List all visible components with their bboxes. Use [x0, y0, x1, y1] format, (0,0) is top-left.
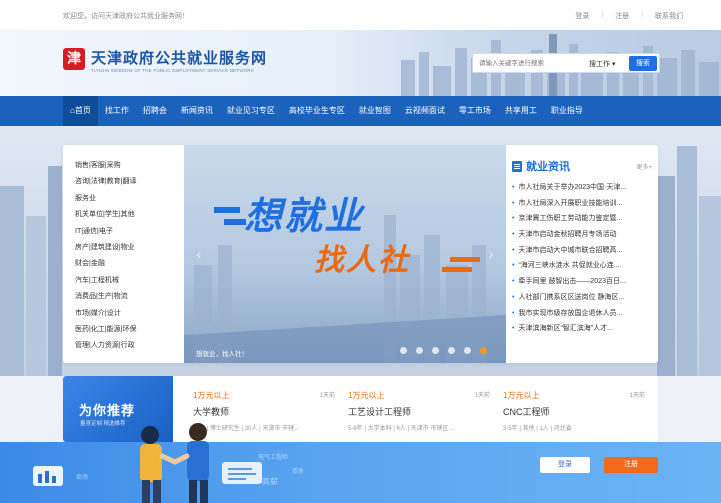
carousel-prev-icon[interactable]: ‹ — [192, 245, 206, 263]
news-title: 就业资讯 — [526, 161, 570, 173]
nav-item-internship[interactable]: 就业见习专区 — [220, 96, 282, 126]
nav-items: ⌂首页 找工作 招聘会 新闻资讯 就业见习专区 高校毕业生专区 就业智图 云视频… — [63, 96, 590, 126]
welcome-text: 欢迎您，访问天津政府公共就业服务网！ — [63, 13, 189, 20]
site-subtitle: TIANJIN WEBDOM OF THE PUBLIC EMPLOYMENT … — [91, 68, 255, 73]
login-button[interactable]: 登录 — [540, 457, 590, 473]
carousel-dot-active[interactable] — [480, 347, 487, 354]
top-register-link[interactable]: 注册 — [615, 11, 629, 21]
category-item[interactable]: 财会|金融 — [75, 256, 185, 272]
search-button[interactable]: 搜索 — [629, 56, 657, 71]
job-card[interactable]: 1万元以上 1天前 CNC工程师 3-5年 | 其他 | 1人 | 河北省 — [503, 390, 653, 432]
floating-tag: 双休 — [292, 469, 305, 475]
news-item[interactable]: 市人社局关于举办2023中国·天津... — [512, 180, 652, 196]
nav-item-label: 首页 — [74, 106, 91, 115]
nav-item-news[interactable]: 新闻资讯 — [174, 96, 220, 126]
job-title[interactable]: 大学教师 — [193, 405, 343, 418]
nav-item-job-fair[interactable]: 招聘会 — [136, 96, 174, 126]
search-type-label: 搜工作 — [589, 61, 610, 68]
job-posted: 1天前 — [474, 393, 490, 399]
news-header: 就业资讯 更多+ — [512, 158, 652, 174]
job-category-list: 销售|客服|采购 咨询|法律|教育|翻译 服务业 机关单位|学生|其他 IT|通… — [75, 158, 185, 355]
news-list: 市人社局关于举办2023中国·天津... 市人社局深入开展职业技能培训... 京… — [512, 180, 652, 337]
job-posted: 1天前 — [319, 393, 335, 399]
nav-item-gig-market[interactable]: 零工市场 — [452, 96, 498, 126]
banner-caption: 想就业，找人社！ — [196, 351, 248, 358]
divider: | — [601, 11, 604, 18]
banner-slogan-secondary: 找人社 — [314, 243, 410, 278]
recommend-subtitle: 量身定制 精选推荐 — [80, 421, 126, 427]
category-item[interactable]: 医药|化工|能源|环保 — [75, 322, 185, 338]
nav-item-graduates[interactable]: 高校毕业生专区 — [282, 96, 352, 126]
news-item[interactable]: 我市实现市级存放国企退休人员... — [512, 306, 652, 322]
handshake-illustration — [140, 423, 209, 503]
nav-item-video-interview[interactable]: 云视频面试 — [398, 96, 452, 126]
nav-item-home[interactable]: ⌂首页 — [63, 96, 98, 126]
chevron-down-icon: ▾ — [611, 61, 616, 68]
recommend-title: 为你推荐 — [79, 403, 136, 418]
buildings-right-illustration — [657, 146, 721, 376]
news-item[interactable]: 天津滨海新区“智汇滨海”人才... — [512, 321, 652, 337]
site-title[interactable]: 天津政府公共就业服务网 — [91, 47, 267, 68]
banner-slogan-primary: 想就业 — [244, 194, 365, 238]
category-item[interactable]: 市场|媒介|设计 — [75, 306, 185, 322]
carousel-dot[interactable] — [448, 347, 455, 354]
nav-item-career-guide[interactable]: 职业指导 — [544, 96, 590, 126]
news-item[interactable]: 牵手同里 鼓智出击——2023百日... — [512, 274, 652, 290]
job-card[interactable]: 1万元以上 1天前 工艺设计工程师 5-8年 | 大学本科 | 6人 | 天津市… — [348, 390, 498, 432]
news-item[interactable]: 天津市启动大中城市联合招聘高... — [512, 243, 652, 259]
carousel-indicators — [400, 347, 487, 354]
floating-tag: 电气工程师 — [258, 455, 289, 461]
search-input[interactable] — [479, 57, 589, 70]
category-item[interactable]: 机关单位|学生|其他 — [75, 207, 185, 223]
news-item[interactable]: 天津市启动金秋招聘月专场活动 — [512, 227, 652, 243]
job-title[interactable]: CNC工程师 — [503, 405, 653, 418]
nav-item-employment-map[interactable]: 就业智图 — [352, 96, 398, 126]
top-contact-link[interactable]: 联系我们 — [655, 11, 683, 21]
top-links: 登录 | 注册 | 联系我们 — [575, 11, 683, 21]
job-title[interactable]: 工艺设计工程师 — [348, 405, 498, 418]
category-item[interactable]: 销售|客服|采购 — [75, 158, 185, 174]
search-box: 搜工作 ▾ 搜索 — [472, 53, 660, 73]
floating-tag: 商场 — [76, 475, 89, 481]
top-login-link[interactable]: 登录 — [575, 11, 589, 21]
news-item[interactable]: 人社部门携系区区送岗位 静海区... — [512, 290, 652, 306]
nav-item-find-job[interactable]: 找工作 — [98, 96, 136, 126]
job-meta: 3-5年 | 其他 | 1人 | 河北省 — [503, 426, 572, 432]
divider: | — [641, 11, 643, 18]
site-header: 津 天津政府公共就业服务网 TIANJIN WEBDOM OF THE PUBL… — [0, 30, 721, 96]
site-logo[interactable]: 津 — [63, 48, 85, 70]
search-type-select[interactable]: 搜工作 ▾ — [589, 59, 615, 69]
document-icon — [512, 160, 522, 172]
carousel-dot[interactable] — [416, 347, 423, 354]
category-item[interactable]: 咨询|法律|教育|翻译 — [75, 174, 185, 190]
job-meta: 5-8年 | 大学本科 | 6人 | 天津市 市辖区 ... — [348, 426, 456, 432]
job-posted: 1天前 — [629, 393, 645, 399]
news-item[interactable]: 京津冀工伤职工劳动能力鉴定暨... — [512, 211, 652, 227]
carousel-dot[interactable] — [400, 347, 407, 354]
top-bar: 欢迎您，访问天津政府公共就业服务网！ 登录 | 注册 | 联系我们 — [0, 0, 721, 30]
login-footer-bar: 商场 电气工程师 双休 高薪 登录 注册 — [0, 442, 721, 503]
category-item[interactable]: IT|通信|电子 — [75, 224, 185, 240]
category-item[interactable]: 消费品|生产|物流 — [75, 289, 185, 305]
bar-chart-icon — [33, 466, 63, 486]
category-item[interactable]: 房产|建筑建设|物业 — [75, 240, 185, 256]
carousel-dot[interactable] — [464, 347, 471, 354]
category-item[interactable]: 汽车|工程机械 — [75, 273, 185, 289]
carousel-dot[interactable] — [432, 347, 439, 354]
carousel-banner[interactable]: 想就业 找人社 想就业，找人社！ ‹ › — [184, 145, 506, 363]
register-button[interactable]: 注册 — [604, 457, 658, 473]
category-item[interactable]: 服务业 — [75, 191, 185, 207]
news-item[interactable]: “海河三峡水涟水 共促就业心连... — [512, 258, 652, 274]
buildings-left-illustration — [0, 166, 62, 376]
news-item[interactable]: 市人社局深入开展职业技能培训... — [512, 196, 652, 212]
category-item[interactable]: 管理|人力资源|行政 — [75, 338, 185, 354]
nav-item-shared-labor[interactable]: 共享用工 — [498, 96, 544, 126]
news-more-link[interactable]: 更多+ — [636, 162, 652, 171]
news-panel: 就业资讯 更多+ 市人社局关于举办2023中国·天津... 市人社局深入开展职业… — [512, 158, 652, 337]
main-nav: ⌂首页 找工作 招聘会 新闻资讯 就业见习专区 高校毕业生专区 就业智图 云视频… — [0, 96, 721, 126]
floating-tag: 高薪 — [262, 477, 278, 486]
carousel-next-icon[interactable]: › — [484, 245, 498, 263]
